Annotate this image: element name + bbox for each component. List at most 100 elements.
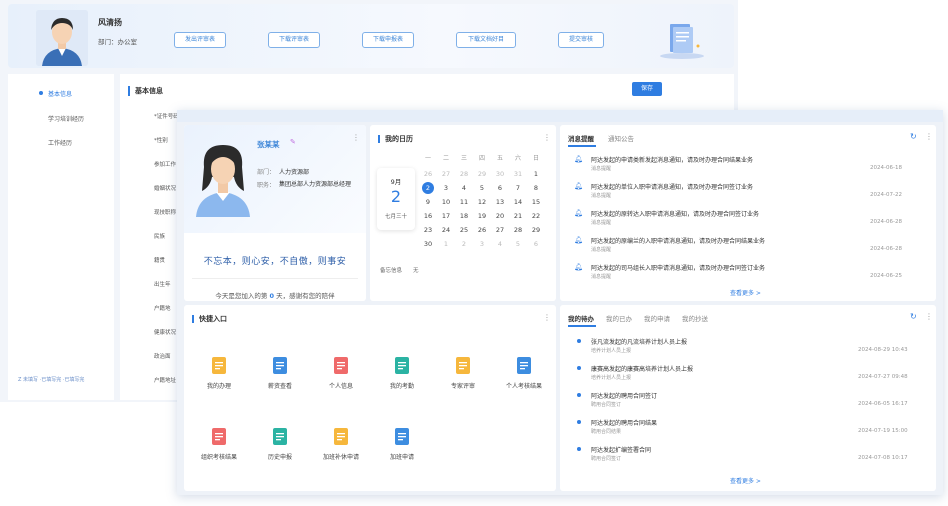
todo-see-more-link[interactable]: 查看更多 > (730, 476, 761, 485)
calendar-day[interactable]: 20 (493, 210, 507, 222)
quick-entry-history-declaration[interactable]: 历史申报 (254, 428, 306, 461)
quick-entry-my-attendance[interactable]: 我的考勤 (376, 357, 428, 390)
message-title[interactable]: 阿达发起的原转达入职申请消息通知，请及时办理合同签订业务 (591, 209, 759, 218)
calendar-day[interactable]: 1 (439, 238, 453, 250)
message-title[interactable]: 阿达发起的司马组长入职申请消息通知，请及时办理合同签订业务 (591, 263, 765, 272)
send-review-button[interactable]: 发出评审表 (174, 32, 226, 48)
todo-card: 我的待办 我的已办 我的申请 我的抄送 ↻ ⋮ 张凡流发起的凡流培养计划人员上报… (560, 305, 936, 491)
calendar-day[interactable]: 6 (529, 238, 543, 250)
calendar-day[interactable]: 17 (439, 210, 453, 222)
calendar-day[interactable]: 11 (457, 196, 471, 208)
message-title[interactable]: 阿达发起的原编兰的入职申请消息通知，请及时办理合同结果业务 (591, 236, 765, 245)
todo-title[interactable]: 阿达发起扩编签署合同 (591, 445, 651, 454)
calendar-day[interactable]: 3 (475, 238, 489, 250)
todo-date: 2024-07-27 09:48 (858, 374, 908, 380)
calendar-day[interactable]: 10 (439, 196, 453, 208)
calendar-day[interactable]: 1 (529, 168, 543, 180)
tab-my-applications[interactable]: 我的申请 (644, 313, 670, 323)
calendar-day[interactable]: 9 (421, 196, 435, 208)
calendar-day[interactable]: 4 (493, 238, 507, 250)
sidebar-item-training[interactable]: 学习培训经历 (48, 114, 84, 123)
download-application-button[interactable]: 下载申报表 (362, 32, 414, 48)
calendar-day[interactable]: 29 (475, 168, 489, 180)
more-icon[interactable]: ⋮ (925, 132, 933, 141)
more-icon[interactable]: ⋮ (543, 133, 551, 142)
refresh-icon[interactable]: ↻ (910, 132, 917, 141)
calendar-day[interactable]: 27 (439, 168, 453, 180)
calendar-day[interactable]: 15 (529, 196, 543, 208)
tab-messages[interactable]: 消息提醒 (568, 133, 594, 143)
tab-notices[interactable]: 通知公告 (608, 133, 634, 143)
quick-entry-label: 我的办理 (206, 383, 231, 390)
calendar-day[interactable]: 26 (475, 224, 489, 236)
todo-title[interactable]: 张凡流发起的凡流培养计划人员上报 (591, 337, 687, 346)
todo-title[interactable]: 阿达发起的聘用合同结果 (591, 418, 657, 427)
calendar-day[interactable]: 7 (511, 182, 525, 194)
more-icon[interactable]: ⋮ (543, 313, 551, 322)
field-label: 政治面 (154, 354, 171, 360)
todo-title[interactable]: 阿达发起的聘用合同签订 (591, 391, 657, 400)
message-title[interactable]: 阿达发起的单位入职申请消息通知，请及时办理合同签订业务 (591, 182, 753, 191)
back-user-dept: 部门：办公室 (98, 38, 137, 46)
calendar-day[interactable]: 23 (421, 224, 435, 236)
download-docs-button[interactable]: 下载文档好目 (456, 32, 516, 48)
tab-my-todo[interactable]: 我的待办 (568, 313, 594, 323)
field-label: 健康状况 (154, 330, 177, 336)
calendar-day[interactable]: 4 (457, 182, 471, 194)
todo-title[interactable]: 康赛高发起的康赛高培养计划人员上报 (591, 364, 693, 373)
quick-entry-overtime-leave[interactable]: 加班补休申请 (315, 428, 367, 461)
calendar-day[interactable]: 30 (493, 168, 507, 180)
calendar-day[interactable]: 28 (457, 168, 471, 180)
quick-entry-label: 薪资查看 (267, 383, 292, 390)
calendar-day[interactable]: 27 (493, 224, 507, 236)
messages-see-more-link[interactable]: 查看更多 > (730, 288, 761, 297)
calendar-day[interactable]: 30 (421, 238, 435, 250)
join-days-text: 今天是您加入的第 0 天，感谢有您的陪伴 (184, 290, 366, 300)
calendar-day[interactable]: 5 (475, 182, 489, 194)
calendar-day[interactable]: 31 (511, 168, 525, 180)
calendar-day[interactable]: 3 (439, 182, 453, 194)
quick-entry-overtime-application[interactable]: 加班申请 (376, 428, 428, 461)
message-date: 2024-06-28 (870, 246, 902, 252)
calendar-day[interactable]: 5 (511, 238, 525, 250)
todo-bullet (577, 420, 581, 424)
quick-entry-my-handling[interactable]: 我的办理 (193, 357, 245, 390)
quick-entry-label: 我的考勤 (389, 383, 414, 390)
quick-entry-expert-review[interactable]: 专家评审 (437, 357, 489, 390)
sidebar-item-work[interactable]: 工作经历 (48, 138, 72, 147)
calendar-day[interactable]: 21 (511, 210, 525, 222)
calendar-day[interactable]: 19 (475, 210, 489, 222)
more-icon[interactable]: ⋮ (352, 133, 360, 142)
calendar-day[interactable]: 14 (511, 196, 525, 208)
quick-entry-personal-assessment[interactable]: 个人考核结果 (498, 357, 550, 390)
quick-entry-org-assessment[interactable]: 组织考核结果 (193, 428, 245, 461)
calendar-day[interactable]: 13 (493, 196, 507, 208)
calendar-day[interactable]: 29 (529, 224, 543, 236)
tab-my-cc[interactable]: 我的抄送 (682, 313, 708, 323)
calendar-day[interactable]: 16 (421, 210, 435, 222)
back-save-button[interactable]: 保存 (632, 82, 662, 96)
calendar-day[interactable]: 28 (511, 224, 525, 236)
todo-subtitle: 聘用合同签订 (591, 402, 622, 408)
calendar-day[interactable]: 26 (421, 168, 435, 180)
calendar-day[interactable]: 6 (493, 182, 507, 194)
calendar-day[interactable]: 2 (457, 238, 471, 250)
quick-entry-salary-view[interactable]: 薪资查看 (254, 357, 306, 390)
calendar-day[interactable]: 25 (457, 224, 471, 236)
calendar-day[interactable]: 24 (439, 224, 453, 236)
refresh-icon[interactable]: ↻ (910, 312, 917, 321)
calendar-day[interactable]: 18 (457, 210, 471, 222)
message-title[interactable]: 阿达发起的申请类新发起消息通知，请及时办理合同结果业务 (591, 155, 753, 164)
more-icon[interactable]: ⋮ (925, 312, 933, 321)
calendar-day[interactable]: 8 (529, 182, 543, 194)
calendar-day[interactable]: 12 (475, 196, 489, 208)
calendar-day[interactable]: 22 (529, 210, 543, 222)
calendar-day[interactable]: 2 (422, 182, 434, 194)
quick-entry-personal-info[interactable]: 个人信息 (315, 357, 367, 390)
field-label: *性别 (154, 138, 168, 144)
sidebar-item-basic-info[interactable]: 基本信息 (48, 89, 72, 98)
edit-icon[interactable]: ✎ (290, 138, 296, 146)
tab-my-done[interactable]: 我的已办 (606, 313, 632, 323)
download-review-button[interactable]: 下载评审表 (268, 32, 320, 48)
submit-review-button[interactable]: 提交审核 (558, 32, 604, 48)
